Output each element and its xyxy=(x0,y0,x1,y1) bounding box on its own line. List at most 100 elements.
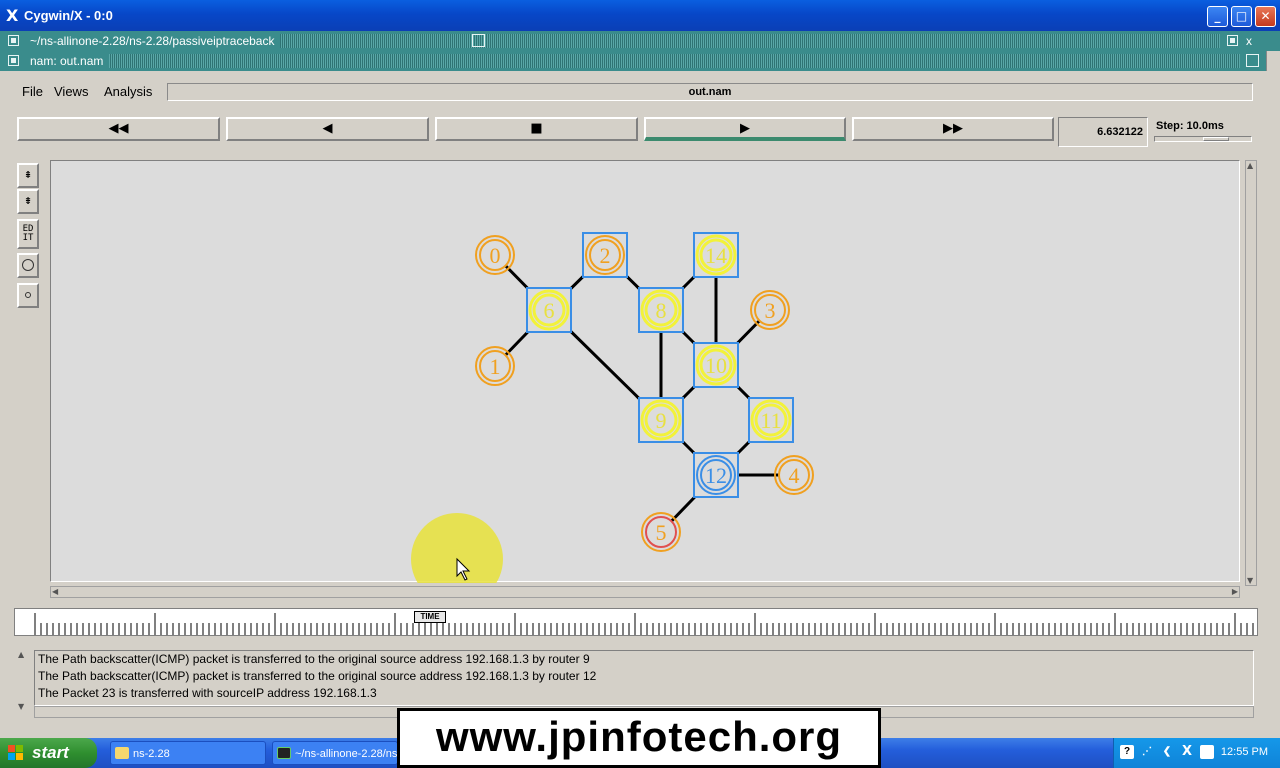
menu-file[interactable]: File xyxy=(22,84,43,99)
watermark: www.jpinfotech.org xyxy=(397,708,881,768)
zoom-in-button[interactable]: ⇞ xyxy=(17,163,39,188)
scroll-right-icon[interactable]: ▶ xyxy=(1232,587,1238,596)
zoom-out-button[interactable]: ⇟ xyxy=(17,189,39,214)
menu-views[interactable]: Views xyxy=(54,84,88,99)
canvas-vertical-scrollbar[interactable]: ▲ ▼ xyxy=(1245,160,1257,586)
help-icon[interactable]: ? xyxy=(1120,745,1134,759)
node-label: 4 xyxy=(789,463,800,488)
node-5[interactable]: 5 xyxy=(641,512,681,552)
log-line: The Packet 23 is transferred with source… xyxy=(38,686,377,700)
log-vertical-scrollbar[interactable]: ▲ ▼ xyxy=(16,650,28,716)
window-title-bar[interactable]: X Cygwin/X - 0:0 _ □ ✕ xyxy=(0,0,1280,31)
time-display: 6.632122 xyxy=(1058,117,1148,147)
x-logo-icon: X xyxy=(6,6,19,25)
timeline[interactable] xyxy=(14,608,1258,636)
maximize-button[interactable]: □ xyxy=(1231,6,1252,27)
small-node-button[interactable] xyxy=(17,283,39,308)
task-label: ~/ns-allinone-2.28/ns xyxy=(295,748,398,760)
node-12[interactable]: 12 xyxy=(693,452,739,498)
log-line: The Path backscatter(ICMP) packet is tra… xyxy=(38,652,590,666)
large-node-button[interactable] xyxy=(17,253,39,278)
nam-title: nam: out.nam xyxy=(30,54,110,68)
node-label: 14 xyxy=(705,243,727,268)
task-ns-folder[interactable]: ns-2.28 xyxy=(110,741,266,765)
folder-icon xyxy=(115,747,129,759)
node-label: 1 xyxy=(490,354,501,379)
task-xterm[interactable]: ~/ns-allinone-2.28/ns xyxy=(272,741,398,765)
stop-button[interactable]: ■ xyxy=(435,117,638,141)
node-10[interactable]: 10 xyxy=(693,342,739,388)
node-9[interactable]: 9 xyxy=(638,397,684,443)
node-label: 8 xyxy=(656,298,667,323)
zoom-out-icon: ⇟ xyxy=(24,193,32,208)
close-label[interactable]: x xyxy=(1246,34,1252,48)
fast-rewind-icon: ◀◀ xyxy=(108,121,129,136)
log-line: The Path backscatter(ICMP) packet is tra… xyxy=(38,669,597,683)
step-slider[interactable] xyxy=(1154,136,1252,142)
nam-title-bar[interactable]: nam: out.nam xyxy=(0,51,1280,71)
sync-icon[interactable]: ❮ xyxy=(1160,745,1174,759)
scroll-down-icon[interactable]: ▼ xyxy=(18,702,24,711)
node-8[interactable]: 8 xyxy=(638,287,684,333)
topology-graph: 0123456 8910111214 xyxy=(411,232,814,583)
window-menu-icon[interactable] xyxy=(8,35,19,46)
clock: 12:55 PM xyxy=(1220,746,1268,758)
task-label: ns-2.28 xyxy=(133,748,170,760)
play-backward-button[interactable]: ◀ xyxy=(226,117,429,141)
node-1[interactable]: 1 xyxy=(475,346,515,386)
start-button[interactable]: start xyxy=(0,738,97,768)
maximize-icon[interactable] xyxy=(472,34,485,47)
xterm-title: ~/ns-allinone-2.28/ns-2.28/passiveiptrac… xyxy=(30,34,281,48)
scroll-left-icon[interactable]: ◀ xyxy=(52,587,58,596)
scroll-up-icon[interactable]: ▲ xyxy=(1247,161,1253,170)
xterm-title-bar[interactable]: ~/ns-allinone-2.28/ns-2.28/passiveiptrac… xyxy=(0,31,1280,51)
fast-rewind-button[interactable]: ◀◀ xyxy=(17,117,220,141)
play-button[interactable]: ▶ xyxy=(644,117,846,141)
display-icon[interactable] xyxy=(1200,745,1214,759)
node-label: 9 xyxy=(656,408,667,433)
step-label: Step: 10.0ms xyxy=(1156,120,1224,132)
network-canvas[interactable]: 0 1 2 3 4 5 6 8 9 10 11 12 14 xyxy=(50,160,1240,583)
menu-analysis[interactable]: Analysis xyxy=(104,84,152,99)
terminal-icon xyxy=(277,747,291,759)
edit-button[interactable]: ED IT xyxy=(17,219,39,249)
step-control: Step: 10.0ms xyxy=(1152,117,1254,147)
close-button[interactable]: ✕ xyxy=(1255,6,1276,27)
iconify-icon[interactable] xyxy=(1227,35,1238,46)
node-4[interactable]: 4 xyxy=(774,455,814,495)
canvas-horizontal-scrollbar[interactable]: ◀ ▶ xyxy=(50,586,1240,598)
circle-large-icon xyxy=(22,259,34,271)
node-2[interactable]: 2 xyxy=(582,232,628,278)
fast-forward-button[interactable]: ▶▶ xyxy=(852,117,1054,141)
windows-logo-icon xyxy=(8,745,24,761)
start-label: start xyxy=(32,743,69,762)
node-14[interactable]: 14 xyxy=(693,232,739,278)
network-icon[interactable]: ⋰ xyxy=(1140,745,1154,759)
node-0[interactable]: 0 xyxy=(475,235,515,275)
node-label: 12 xyxy=(705,463,727,488)
node-label: 2 xyxy=(600,243,611,268)
step-slider-thumb[interactable] xyxy=(1203,137,1229,141)
time-slider[interactable]: TIME xyxy=(414,611,446,623)
node-label: 6 xyxy=(544,298,555,323)
scroll-up-icon[interactable]: ▲ xyxy=(18,650,24,659)
window-menu-icon[interactable] xyxy=(8,55,19,66)
x-server-icon[interactable]: X xyxy=(1180,745,1194,759)
node-label: 5 xyxy=(656,520,667,545)
play-backward-icon: ◀ xyxy=(322,121,333,136)
maximize-icon[interactable] xyxy=(1246,54,1259,67)
node-6[interactable]: 6 xyxy=(526,287,572,333)
scroll-down-icon[interactable]: ▼ xyxy=(1247,576,1253,585)
node-label: 3 xyxy=(765,298,776,323)
outer-scrollbar[interactable] xyxy=(1266,51,1280,71)
node-label: 10 xyxy=(705,353,727,378)
play-icon: ▶ xyxy=(740,121,750,136)
stop-icon: ■ xyxy=(530,121,543,136)
window-title: Cygwin/X - 0:0 xyxy=(24,8,113,23)
node-11[interactable]: 11 xyxy=(748,397,794,443)
system-tray: ? ⋰ ❮ X 12:55 PM xyxy=(1113,738,1280,768)
node-3[interactable]: 3 xyxy=(750,290,790,330)
fast-forward-icon: ▶▶ xyxy=(943,121,963,136)
circle-small-icon xyxy=(25,292,31,298)
minimize-button[interactable]: _ xyxy=(1207,6,1228,27)
